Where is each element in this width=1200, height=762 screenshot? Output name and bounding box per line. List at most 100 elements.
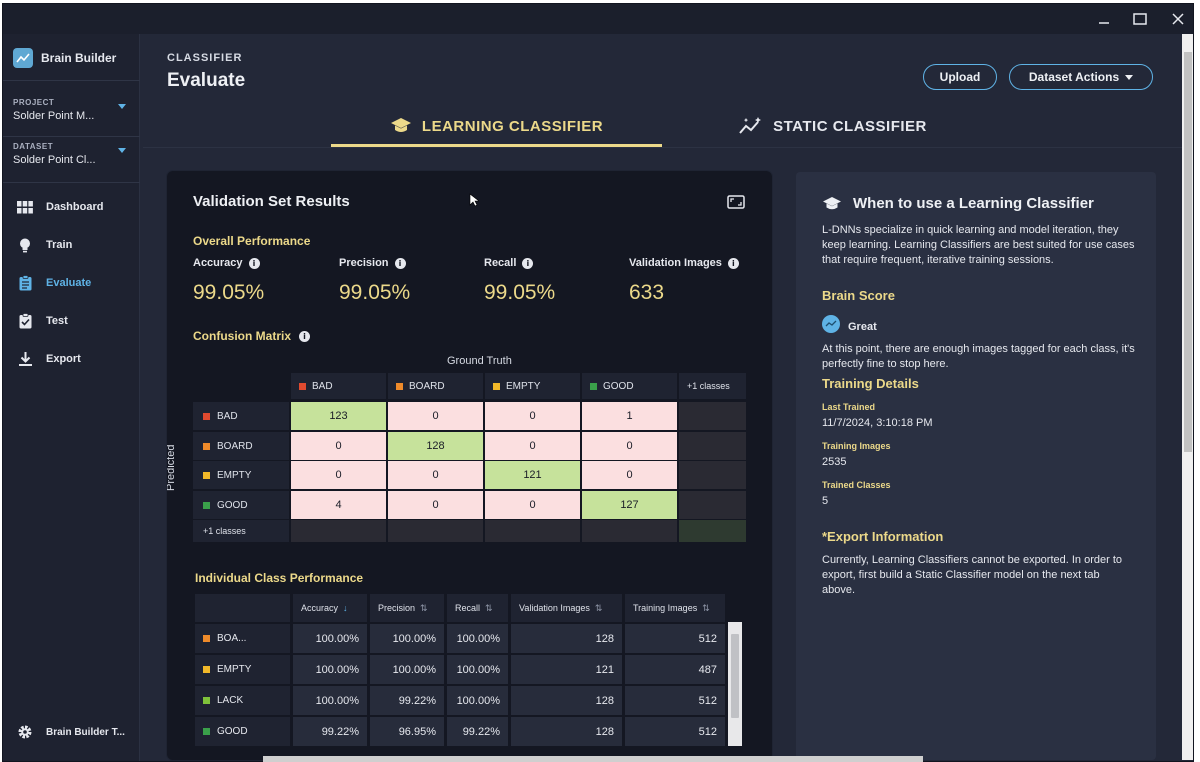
matrix-cell[interactable]: 0	[485, 402, 580, 430]
matrix-cell[interactable]: 127	[582, 491, 677, 519]
overall-performance-title: Overall Performance	[193, 234, 311, 248]
horizontal-scrollbar[interactable]	[263, 756, 923, 762]
matrix-more-classes-header[interactable]: +1 classes	[679, 373, 746, 399]
table-row-name[interactable]: GOOD	[195, 717, 290, 746]
close-button[interactable]	[1159, 4, 1193, 34]
maximize-button[interactable]	[1121, 4, 1159, 34]
info-icon[interactable]: i	[727, 257, 739, 269]
matrix-column-header: BAD	[291, 373, 386, 399]
class-name: GOOD	[217, 726, 248, 737]
brand[interactable]: Brain Builder	[13, 46, 116, 70]
project-caption: PROJECT	[13, 98, 55, 107]
metric-label: Recall	[484, 257, 517, 269]
metric-label: Accuracy	[193, 257, 243, 269]
minimize-icon	[1099, 22, 1109, 24]
sidebar-item-label: Evaluate	[46, 277, 92, 289]
info-icon[interactable]: i	[394, 257, 406, 269]
table-column-header[interactable]: Training Images ⇅	[625, 594, 725, 622]
maximize-icon	[1133, 13, 1147, 25]
table-scroll-thumb[interactable]	[731, 634, 739, 718]
matrix-cell[interactable]: 0	[485, 432, 580, 460]
training-details-title: Training Details	[822, 376, 919, 391]
matrix-cell[interactable]: 0	[388, 461, 483, 489]
minimize-button[interactable]	[1085, 4, 1123, 34]
info-icon[interactable]: i	[522, 257, 534, 269]
clipboard-icon	[16, 274, 34, 292]
table-scrollbar[interactable]	[728, 622, 742, 746]
class-color-swatch	[203, 666, 210, 673]
table-cell: 100.00%	[293, 624, 367, 653]
export-info-text: Currently, Learning Classifiers cannot b…	[822, 554, 1123, 596]
matrix-cell[interactable]: 0	[291, 461, 386, 489]
sort-icon[interactable]: ⇅	[420, 603, 428, 614]
table-cell: 128	[511, 686, 622, 715]
metric-recall-label: Recall i	[484, 257, 534, 269]
matrix-cell-more	[679, 461, 746, 489]
window-scrollbar[interactable]	[1182, 34, 1193, 760]
table-column-header[interactable]: Accuracy ↓	[293, 594, 367, 622]
sort-icon[interactable]: ⇅	[595, 603, 603, 614]
tab-learning-classifier[interactable]: LEARNING CLASSIFIER	[331, 106, 662, 146]
class-name: BAD	[217, 410, 238, 422]
column-label: Recall	[455, 603, 481, 613]
sidebar-item-export[interactable]: Export	[3, 344, 140, 374]
breadcrumb: CLASSIFIER	[167, 52, 243, 64]
matrix-cell[interactable]: 1	[582, 402, 677, 430]
info-icon[interactable]: i	[248, 257, 260, 269]
sidebar-item-dashboard[interactable]: Dashboard	[3, 192, 140, 222]
matrix-cell[interactable]: 121	[485, 461, 580, 489]
metric-validation-images-value: 633	[629, 281, 665, 304]
sidebar-item-test[interactable]: Test	[3, 306, 140, 336]
table-row-name[interactable]: EMPTY	[195, 655, 290, 684]
expand-icon[interactable]	[727, 195, 745, 209]
matrix-cell[interactable]: 123	[291, 402, 386, 430]
dataset-actions-button[interactable]: Dataset Actions	[1009, 64, 1153, 90]
table-column-header[interactable]: Validation Images ⇅	[511, 594, 622, 622]
sidebar-settings[interactable]: Brain Builder T...	[3, 717, 140, 747]
matrix-cell[interactable]: 0	[388, 491, 483, 519]
class-color-swatch	[203, 501, 210, 509]
matrix-cell[interactable]: 0	[388, 402, 483, 430]
matrix-column-header: BOARD	[388, 373, 483, 399]
dataset-picker[interactable]: DATASET Solder Point Cl...	[13, 142, 130, 166]
table-row-name[interactable]: BOA...	[195, 624, 290, 653]
matrix-cell[interactable]: 0	[485, 491, 580, 519]
class-color-swatch	[203, 697, 210, 704]
matrix-cell[interactable]: 4	[291, 491, 386, 519]
window-scroll-thumb[interactable]	[1184, 52, 1192, 452]
close-icon	[1172, 13, 1184, 25]
matrix-row-header: GOOD	[193, 491, 289, 519]
tab-static-classifier[interactable]: STATIC CLASSIFIER	[703, 106, 963, 146]
table-cell: 121	[511, 655, 622, 684]
table-cell: 100.00%	[447, 686, 508, 715]
table-column-header[interactable]: Precision ⇅	[370, 594, 444, 622]
class-color-swatch	[299, 382, 306, 390]
table-row-name[interactable]: LACK	[195, 686, 290, 715]
sort-icon[interactable]: ⇅	[702, 603, 710, 614]
matrix-cell[interactable]: 0	[582, 461, 677, 489]
clipboard-check-icon	[16, 312, 34, 330]
matrix-cell-more	[679, 491, 746, 519]
table-column-header[interactable]: Recall ⇅	[447, 594, 508, 622]
table-cell: 100.00%	[293, 686, 367, 715]
table-cell: 100.00%	[293, 655, 367, 684]
sort-down-icon[interactable]: ↓	[343, 603, 348, 613]
matrix-cell[interactable]: 0	[291, 432, 386, 460]
sort-icon[interactable]: ⇅	[485, 603, 493, 614]
info-icon[interactable]: i	[299, 330, 310, 342]
project-picker[interactable]: PROJECT Solder Point M...	[13, 98, 130, 122]
app-window: Brain Builder PROJECT Solder Point M... …	[2, 3, 1194, 762]
table-cell: 100.00%	[447, 655, 508, 684]
matrix-cell[interactable]: 128	[388, 432, 483, 460]
caret-down-icon	[1125, 74, 1134, 80]
metric-label: Validation Images	[629, 257, 722, 269]
sidebar-item-label: Train	[46, 239, 73, 251]
sidebar-item-evaluate[interactable]: Evaluate	[3, 268, 140, 298]
sidebar-item-train[interactable]: Train	[3, 230, 140, 260]
matrix-more-classes-row[interactable]: +1 classes	[193, 520, 289, 542]
class-name: BOARD	[409, 380, 445, 392]
matrix-cell[interactable]: 0	[582, 432, 677, 460]
upload-button[interactable]: Upload	[923, 64, 997, 90]
confusion-title-text: Confusion Matrix	[193, 329, 291, 343]
page-title: Evaluate	[167, 70, 246, 91]
